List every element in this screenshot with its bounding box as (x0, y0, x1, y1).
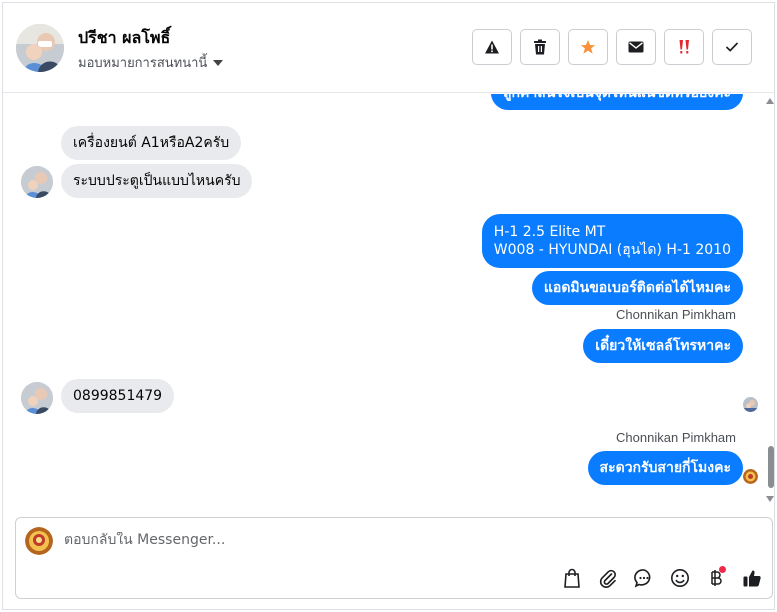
star-icon (580, 40, 596, 54)
outgoing-message[interactable]: ลูกค้าสนใจเป็นจุดไหนแน่ชัดหรือยังคะ (490, 94, 743, 110)
conversation-actions (472, 29, 752, 65)
conversation-header: ปรีชา ผลโพธิ์ มอบหมายการสนทนานี้ (3, 3, 774, 93)
page-seen-avatar (743, 469, 758, 484)
seen-avatar (743, 397, 758, 412)
envelope-icon (628, 41, 644, 53)
message-list[interactable]: ลูกค้าสนใจเป็นจุดไหนแน่ชัดหรือยังคะ เครื… (3, 94, 774, 507)
contact-avatar-small (21, 382, 53, 414)
incoming-message[interactable]: เครื่องยนต์ A1หรือA2ครับ (61, 126, 242, 160)
page-avatar (25, 527, 53, 555)
message-line: H-1 2.5 Elite MT (493, 224, 606, 240)
outgoing-message[interactable]: สะดวกรับสายกี่โมงคะ (587, 451, 743, 485)
caret-down-icon (213, 59, 224, 66)
saved-reply-icon[interactable] (632, 566, 656, 590)
outgoing-message[interactable]: แอดมินขอเบอร์ติดต่อได้ไหมคะ (531, 271, 743, 305)
mark-unread-button[interactable] (616, 29, 656, 65)
reply-input[interactable] (64, 532, 664, 548)
sender-name: Chonnikan Pimkham (616, 430, 736, 445)
messenger-conversation-panel: ปรีชา ผลโพธิ์ มอบหมายการสนทนานี้ เครื่อง… (2, 2, 775, 610)
thumbs-up-icon[interactable] (740, 566, 764, 590)
scroll-up-arrow[interactable] (766, 98, 774, 104)
delete-button[interactable] (520, 29, 560, 65)
scrollbar-thumb[interactable] (768, 446, 774, 488)
star-button[interactable] (568, 29, 608, 65)
emoji-icon[interactable] (668, 566, 692, 590)
outgoing-message[interactable]: เดี๋ยวให้เซลล์โทรหาคะ (583, 329, 743, 363)
contact-name[interactable]: ปรีชา ผลโพธิ์ (78, 26, 170, 51)
composer-toolbar (560, 566, 764, 590)
incoming-message[interactable]: 0899851479 (61, 379, 175, 413)
scroll-down-arrow[interactable] (766, 496, 774, 502)
message-line: W008 - HYUNDAI (ฮุนได) H-1 2010 (493, 242, 731, 258)
mark-done-button[interactable] (712, 29, 752, 65)
warning-icon (485, 40, 499, 54)
trash-icon (534, 39, 546, 55)
notification-dot (719, 566, 726, 573)
outgoing-message[interactable]: H-1 2.5 Elite MT W008 - HYUNDAI (ฮุนได) … (481, 214, 743, 268)
incoming-message[interactable]: ระบบประตูเป็นแบบไหนครับ (61, 164, 253, 198)
baht-icon[interactable] (704, 566, 728, 590)
reply-composer (15, 517, 773, 599)
sender-name: Chonnikan Pimkham (616, 307, 736, 322)
paperclip-icon[interactable] (596, 566, 620, 590)
report-button[interactable] (472, 29, 512, 65)
contact-avatar[interactable] (16, 24, 64, 72)
spam-button[interactable] (664, 29, 704, 65)
assign-conversation-dropdown[interactable]: มอบหมายการสนทนานี้ (78, 52, 224, 73)
shopping-bag-icon[interactable] (560, 566, 584, 590)
assign-label: มอบหมายการสนทนานี้ (78, 56, 208, 71)
contact-avatar-small (21, 166, 53, 198)
double-exclamation-icon (679, 40, 689, 54)
check-icon (725, 42, 739, 52)
